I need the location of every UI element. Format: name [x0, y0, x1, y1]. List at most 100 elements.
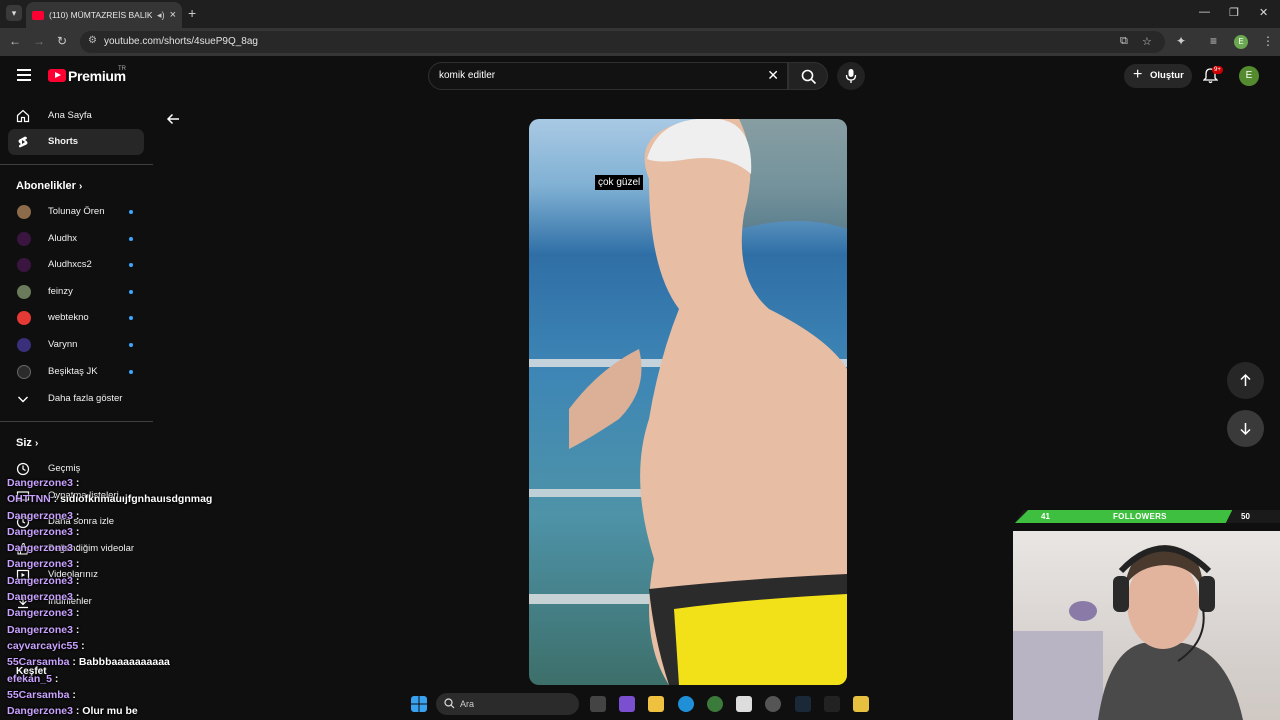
previous-short-button[interactable]: [1227, 362, 1264, 399]
next-short-button[interactable]: [1227, 410, 1264, 447]
chat-text: sıdıofknmauıjfgnhauısdgnmag: [60, 493, 213, 506]
browser-menu-icon[interactable]: ⋮: [1262, 34, 1274, 48]
site-info-icon[interactable]: ⚙: [88, 35, 97, 46]
sidebar-item-subscription[interactable]: Beşiktaş JK: [8, 359, 144, 385]
arrow-up-icon: [1240, 373, 1251, 386]
address-bar[interactable]: ⚙ youtube.com/shorts/4sueP9Q_8ag ⧉ ☆: [80, 31, 1165, 53]
sidebar-item-subscription[interactable]: webtekno: [8, 305, 144, 331]
hamburger-menu-icon[interactable]: [17, 69, 31, 81]
channel-name: Beşiktaş JK: [48, 366, 98, 377]
search-value: komik editler: [439, 70, 496, 81]
chat-separator: :: [72, 477, 80, 489]
forward-icon[interactable]: →: [33, 34, 45, 48]
chat-message: Dangerzone3 :: [0, 622, 330, 638]
app-icon[interactable]: [619, 696, 635, 712]
browser-profile-avatar[interactable]: E: [1234, 35, 1248, 49]
search-icon: [801, 69, 817, 85]
logo-country: TR: [118, 66, 126, 72]
app-icon[interactable]: [853, 696, 869, 712]
followers-current: 41: [1041, 512, 1050, 521]
channel-name: webtekno: [48, 312, 89, 323]
app-icon[interactable]: [824, 696, 840, 712]
browser-tab[interactable]: (110) MÜMTAZREİS BALIKL ◂) ×: [26, 2, 182, 28]
reading-list-icon[interactable]: ≡: [1210, 34, 1217, 48]
back-icon[interactable]: ←: [9, 34, 21, 48]
sidebar-divider: [0, 164, 153, 165]
new-tab-icon[interactable]: +: [188, 5, 196, 21]
channel-avatar: [17, 311, 31, 325]
subscriptions-header[interactable]: Abonelikler ›: [16, 180, 82, 192]
youtube-logo-icon[interactable]: [48, 69, 66, 82]
steam-icon[interactable]: [795, 696, 811, 712]
chat-separator: :: [72, 558, 80, 571]
youtube-favicon-icon: [32, 10, 44, 20]
chat-message: Dangerzone3 :: [0, 605, 330, 621]
chat-message: Dangerzone3 :: [0, 540, 330, 556]
speaker-icon[interactable]: ◂): [157, 10, 165, 21]
chat-username: Dangerzone3: [7, 525, 73, 538]
close-window-icon[interactable]: ✕: [1259, 6, 1268, 19]
notification-badge: 9+: [1212, 66, 1223, 74]
sidebar-item-subscription[interactable]: Aludhxcs2: [8, 252, 144, 278]
restore-icon[interactable]: ❐: [1229, 6, 1239, 19]
obs-icon[interactable]: [765, 696, 781, 712]
short-video-player[interactable]: [529, 119, 847, 685]
close-tab-icon[interactable]: ×: [170, 9, 176, 21]
chat-username: OHTTNN: [7, 493, 51, 506]
you-header[interactable]: Siz ›: [16, 437, 38, 449]
channel-avatar: [17, 365, 31, 379]
chat-message: cayvarcayic55 :: [0, 638, 330, 654]
clear-search-icon[interactable]: ✕: [767, 67, 779, 84]
sidebar-item-shorts[interactable]: Shorts: [8, 129, 144, 155]
edge-icon[interactable]: [678, 696, 694, 712]
sidebar-item-subscription[interactable]: Tolunay Ören: [8, 199, 144, 225]
task-view-icon[interactable]: [590, 696, 606, 712]
sidebar-divider: [0, 421, 153, 422]
back-arrow-icon[interactable]: [166, 112, 180, 126]
sidebar-item-label: Shorts: [48, 136, 79, 147]
reload-icon[interactable]: ↻: [57, 34, 67, 48]
windows-start-icon[interactable]: [411, 696, 427, 712]
chat-separator: :: [69, 656, 79, 669]
chat-message: Dangerzone3 :: [0, 589, 330, 605]
chrome-icon[interactable]: [707, 696, 723, 712]
new-content-dot: [129, 290, 133, 294]
browser-toolbar: ← → ↻ ⚙ youtube.com/shorts/4sueP9Q_8ag ⧉…: [0, 28, 1280, 56]
channel-name: Aludhxcs2: [48, 259, 92, 270]
voice-search-button[interactable]: [837, 62, 865, 90]
install-app-icon[interactable]: ⧉: [1120, 35, 1128, 48]
channel-avatar: [17, 258, 31, 272]
chat-message: Dangerzone3 :: [0, 508, 330, 524]
bookmark-star-icon[interactable]: ☆: [1142, 35, 1152, 48]
chat-username: Dangerzone3: [7, 591, 73, 604]
chat-username: Dangerzone3: [7, 558, 73, 571]
create-button[interactable]: + Oluştur: [1124, 64, 1192, 88]
sidebar-item-show-more[interactable]: Daha fazla göster: [8, 386, 144, 412]
account-avatar[interactable]: E: [1239, 66, 1259, 86]
chat-separator: :: [72, 591, 80, 604]
sidebar-item-subscription[interactable]: feinzy: [8, 279, 144, 305]
sidebar-item-home[interactable]: Ana Sayfa: [8, 103, 144, 129]
chat-separator: :: [72, 525, 80, 538]
search-icon: [444, 698, 455, 709]
chat-username: cayvarcayic55: [7, 639, 79, 652]
store-icon[interactable]: [736, 696, 752, 712]
tab-search-icon[interactable]: ▾: [6, 5, 22, 21]
minimize-icon[interactable]: —: [1199, 6, 1210, 18]
sidebar-item-subscription[interactable]: Varynn: [8, 332, 144, 358]
extensions-icon[interactable]: ✦: [1176, 34, 1186, 48]
search-input[interactable]: komik editler ✕: [428, 62, 788, 90]
chevron-right-icon: ›: [78, 181, 83, 192]
chat-username: Dangerzone3: [7, 477, 73, 489]
chat-separator: :: [78, 639, 85, 652]
microphone-icon: [845, 69, 857, 83]
file-explorer-icon[interactable]: [648, 696, 664, 712]
chat-text: Babbbaaaaaaaaaa: [78, 656, 170, 669]
followers-goal: 50: [1241, 512, 1250, 521]
taskbar-search[interactable]: Ara: [436, 693, 579, 715]
stream-chat-overlay: Dangerzone3 : OHTTNN : sıdıofknmauıjfgnh…: [0, 475, 330, 719]
chat-username: Dangerzone3: [7, 574, 73, 587]
sidebar-item-subscription[interactable]: Aludhx: [8, 226, 144, 252]
chat-separator: :: [50, 493, 61, 506]
search-button[interactable]: [788, 62, 828, 90]
